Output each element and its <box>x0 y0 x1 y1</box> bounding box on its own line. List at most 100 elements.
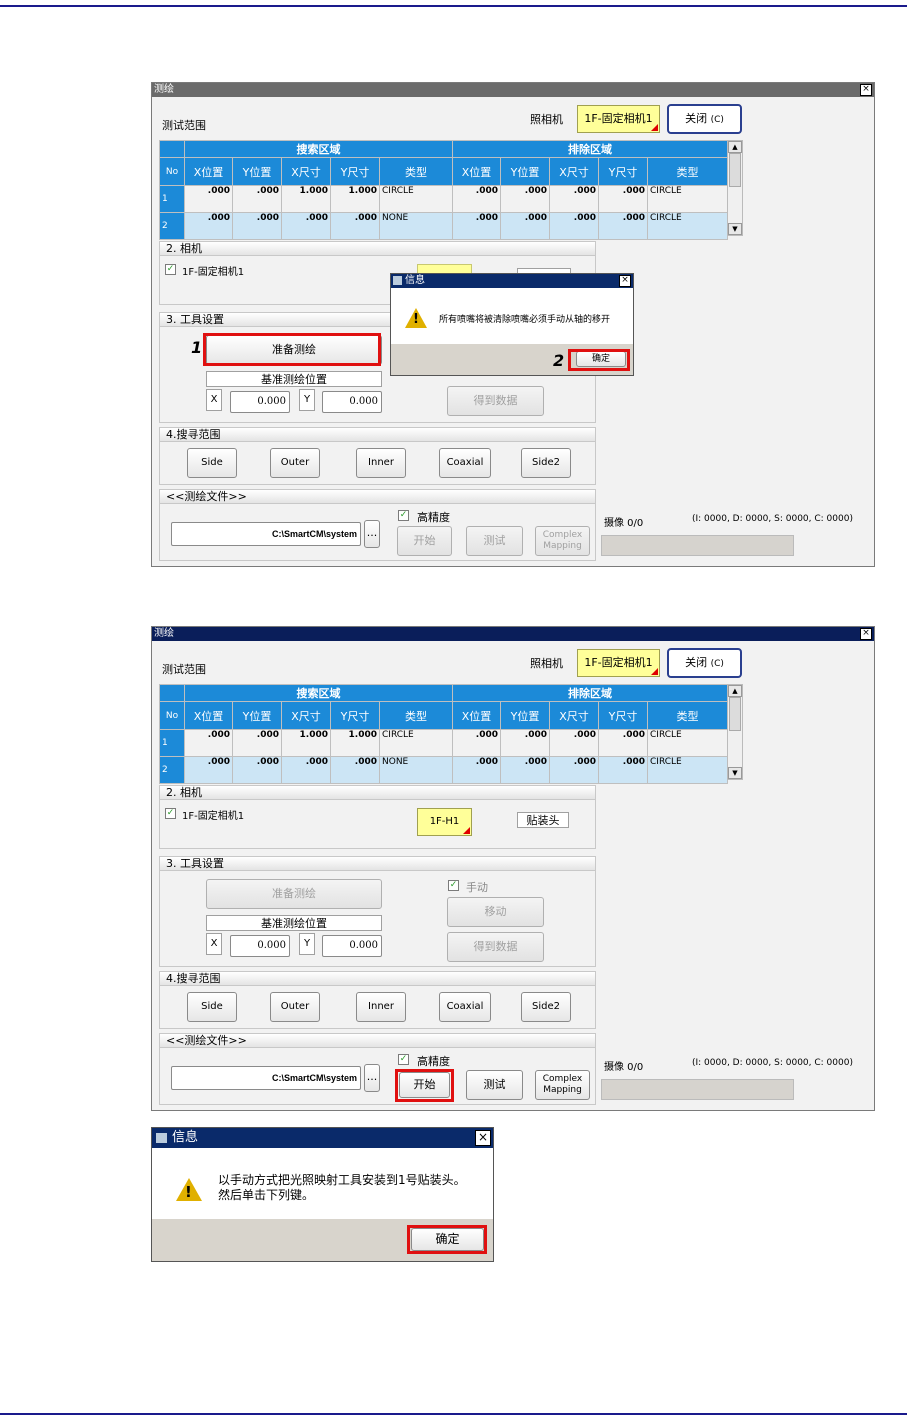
browse-button[interactable]: ... <box>364 520 380 548</box>
get-data-button[interactable]: 得到数据 <box>447 932 544 962</box>
y-position-field[interactable]: 0.000 <box>322 391 382 413</box>
high-precision-checkbox[interactable]: ✓ <box>398 1054 409 1065</box>
test-button[interactable]: 测试 <box>466 526 523 556</box>
table-row[interactable]: 2 .000 .000 .000 .000 NONE .000 .000 .00… <box>159 756 729 784</box>
high-precision-checkbox[interactable]: ✓ <box>398 510 409 521</box>
table-cell[interactable]: .000 <box>500 756 551 784</box>
table-cell[interactable]: .000 <box>281 212 331 240</box>
table-cell[interactable]: .000 <box>232 212 282 240</box>
close-button[interactable]: 关闭 (C) <box>667 648 742 678</box>
browse-button[interactable]: ... <box>364 1064 380 1092</box>
table-cell[interactable]: .000 <box>500 212 551 240</box>
group-exclude-header: 排除区域 <box>452 140 729 158</box>
coaxial-button[interactable]: Coaxial <box>439 992 491 1022</box>
table-scrollbar[interactable]: ▲ ▼ <box>727 140 743 236</box>
table-cell[interactable]: .000 <box>598 729 649 757</box>
table-cell[interactable]: .000 <box>549 185 600 213</box>
search-range-title: 4.搜寻范围 <box>160 972 595 986</box>
test-button[interactable]: 测试 <box>466 1070 523 1100</box>
camera-checkbox[interactable]: ✓ <box>165 808 176 819</box>
scroll-down-icon[interactable]: ▼ <box>728 767 742 779</box>
table-row[interactable]: 1 .000 .000 1.000 1.000 CIRCLE .000 .000… <box>159 729 729 757</box>
table-cell[interactable]: .000 <box>549 212 600 240</box>
inner-button[interactable]: Inner <box>356 992 406 1022</box>
side-button[interactable]: Side <box>187 992 237 1022</box>
scroll-up-icon[interactable]: ▲ <box>728 141 742 153</box>
table-cell[interactable]: .000 <box>330 212 380 240</box>
info-dialog-2-close-icon[interactable]: × <box>475 1130 491 1146</box>
camera-select[interactable]: 1F-固定相机1 <box>577 105 660 133</box>
table-cell[interactable]: CIRCLE <box>647 756 729 784</box>
info-dialog-close-icon[interactable]: × <box>619 275 631 287</box>
scroll-thumb[interactable] <box>729 697 741 731</box>
table-cell[interactable]: .000 <box>184 729 233 757</box>
side-button[interactable]: Side <box>187 448 237 478</box>
table-cell[interactable]: NONE <box>378 756 454 784</box>
prepare-mapping-button[interactable]: 准备测绘 <box>206 879 382 909</box>
table-cell[interactable]: .000 <box>500 185 551 213</box>
close-icon[interactable]: × <box>860 628 872 640</box>
info-dialog-message: 所有喷嘴将被清除喷嘴必须手动从轴的移开 <box>439 315 611 325</box>
close-icon[interactable]: × <box>860 84 872 96</box>
table-row[interactable]: 1 .000 .000 1.000 1.000 CIRCLE .000 .000… <box>159 185 729 213</box>
scroll-thumb[interactable] <box>729 153 741 187</box>
table-cell[interactable]: .000 <box>452 212 502 240</box>
x-position-field[interactable]: 0.000 <box>230 391 290 413</box>
table-cell[interactable]: CIRCLE <box>647 729 729 757</box>
table-cell[interactable]: CIRCLE <box>647 212 729 240</box>
table-cell[interactable]: .000 <box>184 212 233 240</box>
table-cell[interactable]: .000 <box>598 212 649 240</box>
close-button[interactable]: 关闭 (C) <box>667 104 742 134</box>
table-cell[interactable]: .000 <box>500 729 551 757</box>
manual-checkbox[interactable]: ✓ <box>448 880 459 891</box>
table-cell[interactable]: CIRCLE <box>378 729 454 757</box>
table-cell[interactable]: .000 <box>598 185 649 213</box>
table-cell[interactable]: .000 <box>184 756 233 784</box>
file-path-field[interactable]: C:\SmartCM\system <box>171 1066 361 1090</box>
start-button[interactable]: 开始 <box>397 526 452 556</box>
coaxial-button[interactable]: Coaxial <box>439 448 491 478</box>
table-cell[interactable]: .000 <box>232 185 282 213</box>
info-dialog-title: 信息 <box>405 275 425 286</box>
table-cell[interactable]: .000 <box>549 756 600 784</box>
complex-mapping-button[interactable]: Complex Mapping <box>535 1070 590 1100</box>
complex-mapping-button[interactable]: Complex Mapping <box>535 526 590 556</box>
table-cell[interactable]: .000 <box>452 756 502 784</box>
outer-button[interactable]: Outer <box>270 992 320 1022</box>
camera-select[interactable]: 1F-固定相机1 <box>577 649 660 677</box>
table-cell[interactable]: .000 <box>330 756 380 784</box>
table-cell[interactable]: 1.000 <box>330 729 380 757</box>
table-cell[interactable]: CIRCLE <box>647 185 729 213</box>
head-select[interactable]: 1F-H1 <box>417 808 472 836</box>
side2-button[interactable]: Side2 <box>521 448 571 478</box>
table-cell[interactable]: .000 <box>232 756 282 784</box>
table-cell[interactable]: NONE <box>378 212 454 240</box>
y-position-field[interactable]: 0.000 <box>322 935 382 957</box>
x-position-field[interactable]: 0.000 <box>230 935 290 957</box>
table-cell[interactable]: .000 <box>281 756 331 784</box>
file-path-field[interactable]: C:\SmartCM\system <box>171 522 361 546</box>
move-button[interactable]: 移动 <box>447 897 544 927</box>
table-cell[interactable]: .000 <box>452 185 502 213</box>
inner-button[interactable]: Inner <box>356 448 406 478</box>
table-cell[interactable]: .000 <box>452 729 502 757</box>
table-scrollbar[interactable]: ▲ ▼ <box>727 684 743 780</box>
table-cell[interactable]: .000 <box>549 729 600 757</box>
table-cell[interactable]: 1.000 <box>281 185 331 213</box>
side2-button[interactable]: Side2 <box>521 992 571 1022</box>
table-cell[interactable]: 1.000 <box>330 185 380 213</box>
camera-checkbox[interactable]: ✓ <box>165 264 176 275</box>
get-data-button[interactable]: 得到数据 <box>447 386 544 416</box>
table-cell[interactable]: .000 <box>598 756 649 784</box>
camera-check-label: 1F-固定相机1 <box>182 811 245 822</box>
group-search-header: 搜索区域 <box>183 140 454 158</box>
table-cell[interactable]: CIRCLE <box>378 185 454 213</box>
header-blank <box>159 684 185 702</box>
scroll-up-icon[interactable]: ▲ <box>728 685 742 697</box>
table-cell[interactable]: 1.000 <box>281 729 331 757</box>
table-cell[interactable]: .000 <box>184 185 233 213</box>
outer-button[interactable]: Outer <box>270 448 320 478</box>
table-row[interactable]: 2 .000 .000 .000 .000 NONE .000 .000 .00… <box>159 212 729 240</box>
table-cell[interactable]: .000 <box>232 729 282 757</box>
scroll-down-icon[interactable]: ▼ <box>728 223 742 235</box>
